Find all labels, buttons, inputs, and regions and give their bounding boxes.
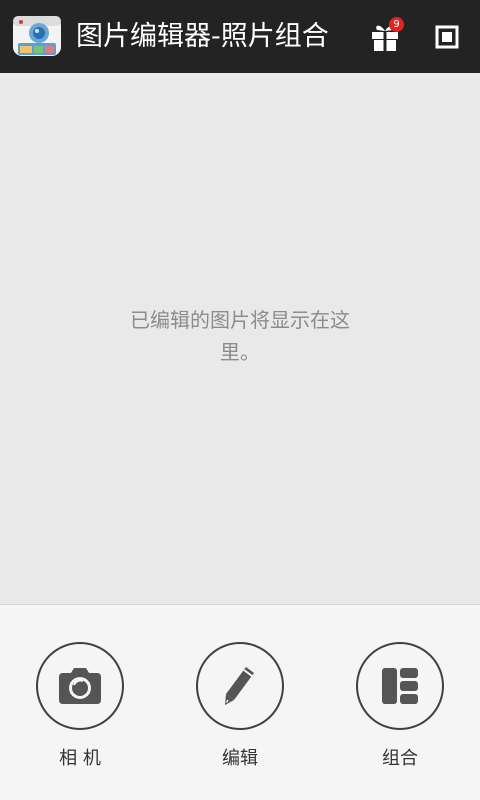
edit-label: 编辑 [222, 748, 258, 769]
camera-button[interactable]: 相 机 [34, 642, 126, 770]
grid-icon [382, 668, 418, 704]
camera-icon [59, 668, 101, 704]
edit-button[interactable]: 编辑 [194, 642, 286, 770]
window-icon[interactable] [435, 25, 459, 49]
collage-button[interactable]: 组合 [354, 642, 446, 770]
empty-state-message: 已编辑的图片将显示在这里。 [130, 308, 350, 364]
notification-badge: 9 [389, 17, 404, 32]
collage-label: 组合 [382, 748, 418, 769]
bottom-action-bar: 相 机 编辑 组合 [0, 604, 480, 800]
app-title: 图片编辑器-照片组合 [76, 21, 329, 52]
collage-button-circle[interactable] [356, 642, 444, 730]
edit-button-circle[interactable] [196, 642, 284, 730]
camera-button-circle[interactable] [36, 642, 124, 730]
camera-label: 相 机 [59, 748, 101, 769]
title-bar: 图片编辑器-照片组合 9 [0, 0, 480, 73]
photo-app-icon[interactable] [12, 13, 62, 59]
pencil-icon [225, 667, 254, 705]
image-preview-area: 已编辑的图片将显示在这里。 [0, 73, 480, 604]
